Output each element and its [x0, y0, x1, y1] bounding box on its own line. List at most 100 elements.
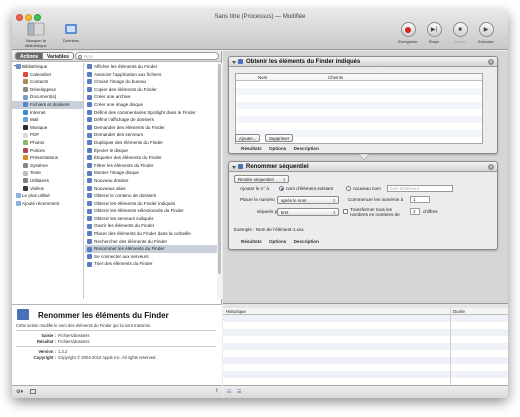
action-list-scrollbar[interactable] [217, 63, 222, 299]
action-item[interactable]: Afficher les éléments du Finder [85, 63, 217, 71]
category-item[interactable]: Contacts [12, 78, 83, 86]
category-item[interactable]: Mail [12, 116, 83, 124]
card-header[interactable]: Renommer séquentiel ✕ [229, 162, 497, 172]
digits-input[interactable]: 2 [410, 208, 420, 215]
tab-results[interactable]: Résultats [241, 146, 262, 151]
category-label: Contacts [30, 79, 49, 85]
list-view-icon[interactable]: ☷ [227, 389, 231, 395]
category-item[interactable]: Photos [12, 139, 83, 147]
log-row [223, 322, 508, 329]
action-item[interactable]: Copier des éléments du Finder [85, 86, 217, 94]
action-item[interactable]: Obtenir les éléments du Finder indiqués [85, 200, 217, 208]
action-item[interactable]: Demander des serveurs [85, 131, 217, 139]
run-button[interactable]: ▶ Exécuter [474, 22, 498, 44]
category-item[interactable]: Présentations [12, 154, 83, 162]
close-icon[interactable]: ✕ [488, 164, 494, 170]
category-item[interactable]: Développeur [12, 86, 83, 94]
category-item[interactable]: Système [12, 162, 83, 170]
step-button[interactable]: ▶| Étape [422, 22, 446, 44]
tab-options[interactable]: Options [269, 146, 286, 151]
close-icon[interactable]: ✕ [488, 59, 494, 65]
action-icon [17, 309, 29, 320]
action-card-get-finder-items: Obtenir les éléments du Finder indiqués … [228, 56, 498, 154]
action-item[interactable]: Nouveaux alias [85, 185, 217, 193]
card-header[interactable]: Obtenir les éléments du Finder indiqués … [229, 57, 497, 67]
category-item[interactable]: Document(s) [12, 93, 83, 101]
disclosure-icon[interactable] [232, 60, 236, 64]
place-number-select[interactable]: après le nom ⇕ [277, 196, 339, 204]
action-item[interactable]: Se connecter aux serveurs [85, 253, 217, 261]
resize-handle-icon[interactable]: ⦀ [216, 388, 218, 394]
category-item[interactable]: Fichiers et dossiers [12, 100, 83, 109]
stop-button[interactable]: ■ Arrêter [448, 22, 472, 44]
tab-actions[interactable]: Actions [15, 52, 44, 60]
category-item[interactable]: Internet [12, 109, 83, 117]
action-item[interactable]: Rechercher des éléments du Finder [85, 238, 217, 246]
data-button[interactable]: Données [56, 22, 86, 43]
action-item[interactable]: Définir l’affichage de dossiers [85, 116, 217, 124]
action-item[interactable]: Obtenir les éléments sélectionnés du Fin… [85, 207, 217, 215]
category-item[interactable]: Utilitaires [12, 177, 83, 185]
column-duration[interactable]: Durée [453, 309, 465, 314]
action-item[interactable]: Obtenir les serveurs indiqués [85, 215, 217, 223]
scrollbar-thumb[interactable] [218, 64, 221, 274]
action-item[interactable]: Choisir l’image du bureau [85, 78, 217, 86]
hide-library-button[interactable]: Masquer la bibliothèque [16, 22, 56, 48]
table-row [236, 81, 482, 88]
category-item[interactable]: Vidéos [12, 185, 83, 193]
action-item[interactable]: Éjecter le disque [85, 147, 217, 155]
category-item[interactable]: Le plus utilisé [12, 192, 83, 200]
action-item[interactable]: Nouveau dossier [85, 177, 217, 185]
separator-select[interactable]: tiret ⇕ [277, 208, 339, 216]
action-item[interactable]: Filtrer les éléments du Finder [85, 162, 217, 170]
action-item[interactable]: Créer une archive [85, 93, 217, 101]
tab-description[interactable]: Description [294, 146, 319, 151]
tab-description[interactable]: Description [294, 239, 319, 244]
search-input[interactable]: Nom [75, 52, 219, 60]
stop-label: Arrêter [453, 39, 467, 44]
action-item[interactable]: Placer des éléments du Finder dans la co… [85, 230, 217, 238]
category-item[interactable]: Texte [12, 169, 83, 177]
divider [16, 330, 216, 331]
category-icon [16, 200, 21, 206]
action-item[interactable]: Ouvrir les éléments du Finder [85, 222, 217, 230]
column-history[interactable]: Historique [226, 309, 246, 314]
action-item[interactable]: Renommer les éléments du Finder [85, 245, 217, 253]
action-item[interactable]: Obtenir le contenu de dossiers [85, 192, 217, 200]
disclosure-icon[interactable] [232, 165, 236, 169]
category-item[interactable]: Calendrier [12, 71, 83, 79]
add-button[interactable]: Ajouter... [235, 134, 261, 142]
tab-results[interactable]: Résultats [241, 239, 262, 244]
column-name[interactable]: Nom [258, 75, 267, 80]
start-number-input[interactable]: 1 [410, 196, 430, 203]
column-path[interactable]: Chemin [328, 75, 343, 80]
tab-variables[interactable]: Variables [42, 52, 74, 60]
record-button[interactable]: Enregistrer [396, 22, 420, 44]
category-item[interactable]: Polices [12, 147, 83, 155]
action-item[interactable]: Étiqueter des éléments du Finder [85, 154, 217, 162]
category-item[interactable]: Musique [12, 124, 83, 132]
gear-icon[interactable]: ⚙▾ [16, 389, 23, 395]
tab-options[interactable]: Options [269, 239, 286, 244]
action-item[interactable]: Créer une image disque [85, 101, 217, 109]
radio-existing-name[interactable] [279, 186, 284, 191]
radio-existing-label: nom d’élément existant [286, 186, 334, 191]
action-item[interactable]: Définir des commentaires Spotlight dans … [85, 109, 217, 117]
transform-digits-checkbox[interactable] [343, 209, 348, 214]
action-item[interactable]: Dupliquer des éléments du Finder [85, 139, 217, 147]
toggle-description-icon[interactable] [30, 389, 36, 394]
radio-new-name[interactable] [346, 186, 351, 191]
new-name-input[interactable]: nom d’élément [387, 185, 453, 192]
action-item[interactable]: Associer l’application aux fichiers [85, 71, 217, 79]
table-row [236, 95, 482, 102]
action-item[interactable]: Demander des éléments du Finder [85, 124, 217, 132]
action-item[interactable]: Trier des éléments du Finder [85, 260, 217, 268]
category-item[interactable]: Bibliothèque [12, 63, 83, 71]
remove-button[interactable]: Supprimer [265, 134, 294, 142]
action-item[interactable]: Monter l’image disque [85, 169, 217, 177]
category-item[interactable]: Ajouté récemment [12, 200, 83, 208]
workflow-view-icon[interactable]: ☰ [237, 389, 241, 395]
rename-mode-select[interactable]: Rendre séquentiel ⇕ [234, 175, 289, 183]
action-label: Filtrer les éléments du Finder [94, 162, 154, 168]
category-item[interactable]: PDF [12, 131, 83, 139]
